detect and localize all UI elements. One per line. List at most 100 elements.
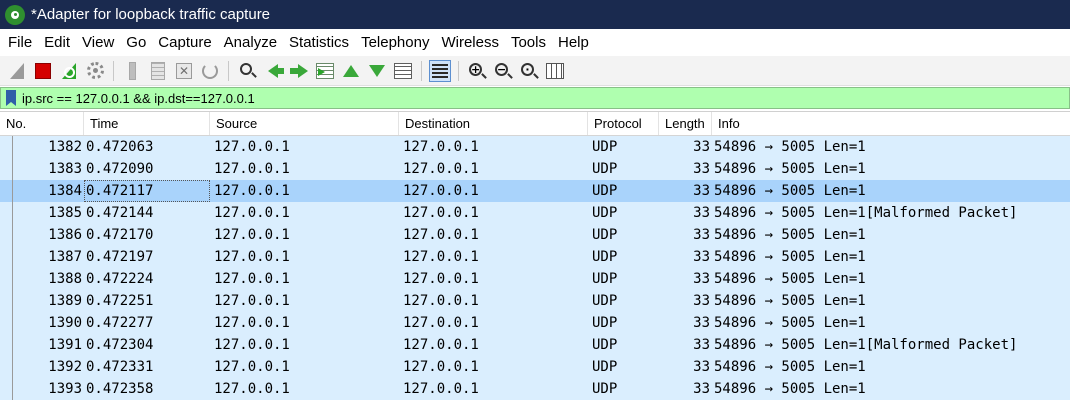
last-packet-button[interactable] — [364, 59, 390, 83]
display-filter-input[interactable] — [22, 88, 1052, 108]
zoom-normal-button[interactable]: · — [516, 59, 542, 83]
packet-protocol: UDP — [592, 381, 618, 397]
stop-capture-icon — [35, 62, 51, 79]
capture-options-button[interactable] — [82, 59, 108, 83]
packet-time: 0.472277 — [86, 315, 154, 331]
open-file-button[interactable] — [119, 59, 145, 83]
packet-row[interactable]: 1390 0.472277 127.0.0.1 127.0.0.1 UDP 33 54896… — [0, 312, 1070, 334]
packet-row[interactable]: 1391 0.472304 127.0.0.1 127.0.0.1 UDP 33 54896… — [0, 334, 1070, 356]
packet-row[interactable]: 1384 0.472117 127.0.0.1 127.0.0.1 UDP 33 54896… — [0, 180, 1070, 202]
column-header-destination[interactable]: Destination — [399, 112, 588, 135]
packet-destination: 127.0.0.1 — [403, 205, 479, 221]
menu-analyze[interactable]: Analyze — [218, 32, 283, 54]
packet-info: 54896 → 5005 Len=1 — [714, 315, 866, 331]
reload-file-button[interactable] — [197, 59, 223, 83]
menu-help[interactable]: Help — [552, 32, 595, 54]
zoom-out-button[interactable]: − — [490, 59, 516, 83]
related-packet-line — [12, 312, 13, 334]
menu-tools[interactable]: Tools — [505, 32, 552, 54]
packet-source: 127.0.0.1 — [214, 249, 290, 265]
menu-go[interactable]: Go — [120, 32, 152, 54]
zoom-in-button[interactable]: + — [464, 59, 490, 83]
packet-protocol: UDP — [592, 161, 618, 177]
packet-source: 127.0.0.1 — [214, 161, 290, 177]
menu-telephony[interactable]: Telephony — [355, 32, 435, 54]
packet-row[interactable]: 1385 0.472144 127.0.0.1 127.0.0.1 UDP 33 54896… — [0, 202, 1070, 224]
packet-time: 0.472331 — [86, 359, 154, 375]
related-packet-line — [12, 356, 13, 378]
packet-info: 54896 → 5005 Len=1 — [714, 293, 866, 309]
stop-capture-button[interactable] — [30, 59, 56, 83]
packet-destination: 127.0.0.1 — [403, 161, 479, 177]
packet-row[interactable]: 1393 0.472358 127.0.0.1 127.0.0.1 UDP 33 54896… — [0, 378, 1070, 400]
menu-capture[interactable]: Capture — [152, 32, 217, 54]
close-file-icon: ✕ — [176, 62, 192, 79]
resize-columns-icon — [546, 62, 564, 79]
zoom-out-icon: − — [495, 62, 508, 76]
packet-length: 33 — [693, 359, 710, 375]
packet-list: No. Time Source Destination Protocol Len… — [0, 111, 1070, 403]
packet-source: 127.0.0.1 — [214, 293, 290, 309]
packet-row[interactable]: 1388 0.472224 127.0.0.1 127.0.0.1 UDP 33 54896… — [0, 268, 1070, 290]
menu-edit[interactable]: Edit — [38, 32, 76, 54]
close-file-button[interactable]: ✕ — [171, 59, 197, 83]
related-packet-line — [12, 224, 13, 246]
packet-destination: 127.0.0.1 — [403, 293, 479, 309]
packet-source: 127.0.0.1 — [214, 359, 290, 375]
toolbar-separator — [458, 60, 459, 81]
find-packet-button[interactable] — [234, 59, 260, 83]
go-back-icon — [268, 63, 284, 78]
packet-length: 33 — [693, 205, 710, 221]
packet-row[interactable]: 1383 0.472090 127.0.0.1 127.0.0.1 UDP 33 54896… — [0, 158, 1070, 180]
menu-view[interactable]: View — [76, 32, 120, 54]
packet-row[interactable]: 1387 0.472197 127.0.0.1 127.0.0.1 UDP 33 54896… — [0, 246, 1070, 268]
packet-row[interactable]: 1389 0.472251 127.0.0.1 127.0.0.1 UDP 33 54896… — [0, 290, 1070, 312]
column-header-length[interactable]: Length — [659, 112, 712, 135]
column-header-source[interactable]: Source — [210, 112, 399, 135]
packet-destination: 127.0.0.1 — [403, 337, 479, 353]
go-back-button[interactable] — [260, 59, 286, 83]
first-packet-icon — [343, 64, 359, 77]
packet-destination: 127.0.0.1 — [403, 381, 479, 397]
packet-protocol: UDP — [592, 139, 618, 155]
packet-row[interactable]: 1382 0.472063 127.0.0.1 127.0.0.1 UDP 33 54896… — [0, 136, 1070, 158]
packet-time: 0.472063 — [86, 139, 154, 155]
packet-protocol: UDP — [592, 183, 618, 199]
restart-capture-button[interactable] — [56, 59, 82, 83]
wireshark-logo-icon — [5, 4, 25, 25]
zoom-normal-icon: · — [521, 62, 534, 76]
packet-row[interactable]: 1386 0.472170 127.0.0.1 127.0.0.1 UDP 33 54896… — [0, 224, 1070, 246]
go-to-packet-button[interactable] — [312, 59, 338, 83]
column-header-no[interactable]: No. — [0, 112, 84, 135]
save-file-icon — [151, 61, 165, 80]
last-packet-icon — [369, 64, 385, 77]
auto-scroll-button[interactable] — [390, 59, 416, 83]
related-packet-line — [12, 136, 13, 158]
column-header-time[interactable]: Time — [84, 112, 210, 135]
column-header-info[interactable]: Info — [712, 112, 1070, 135]
column-header-protocol[interactable]: Protocol — [588, 112, 659, 135]
packet-length: 33 — [693, 227, 710, 243]
colorize-button[interactable] — [427, 59, 453, 83]
packet-protocol: UDP — [592, 271, 618, 287]
packet-source: 127.0.0.1 — [214, 315, 290, 331]
go-forward-button[interactable] — [286, 59, 312, 83]
resize-columns-button[interactable] — [542, 59, 568, 83]
start-capture-icon — [8, 62, 26, 80]
window-title: *Adapter for loopback traffic capture — [31, 6, 271, 23]
auto-scroll-icon — [394, 62, 412, 79]
menu-file[interactable]: File — [2, 32, 38, 54]
related-packet-line — [12, 246, 13, 268]
filter-bookmark-icon[interactable] — [6, 90, 16, 106]
save-file-button[interactable] — [145, 59, 171, 83]
packet-protocol: UDP — [592, 249, 618, 265]
first-packet-button[interactable] — [338, 59, 364, 83]
menu-wireless[interactable]: Wireless — [435, 32, 505, 54]
packet-time: 0.472144 — [86, 205, 154, 221]
restart-capture-icon — [60, 62, 78, 80]
find-packet-icon — [239, 63, 252, 75]
start-capture-button[interactable] — [4, 59, 30, 83]
menu-statistics[interactable]: Statistics — [283, 32, 355, 54]
packet-row[interactable]: 1392 0.472331 127.0.0.1 127.0.0.1 UDP 33 54896… — [0, 356, 1070, 378]
packet-info: 54896 → 5005 Len=1 — [714, 139, 866, 155]
